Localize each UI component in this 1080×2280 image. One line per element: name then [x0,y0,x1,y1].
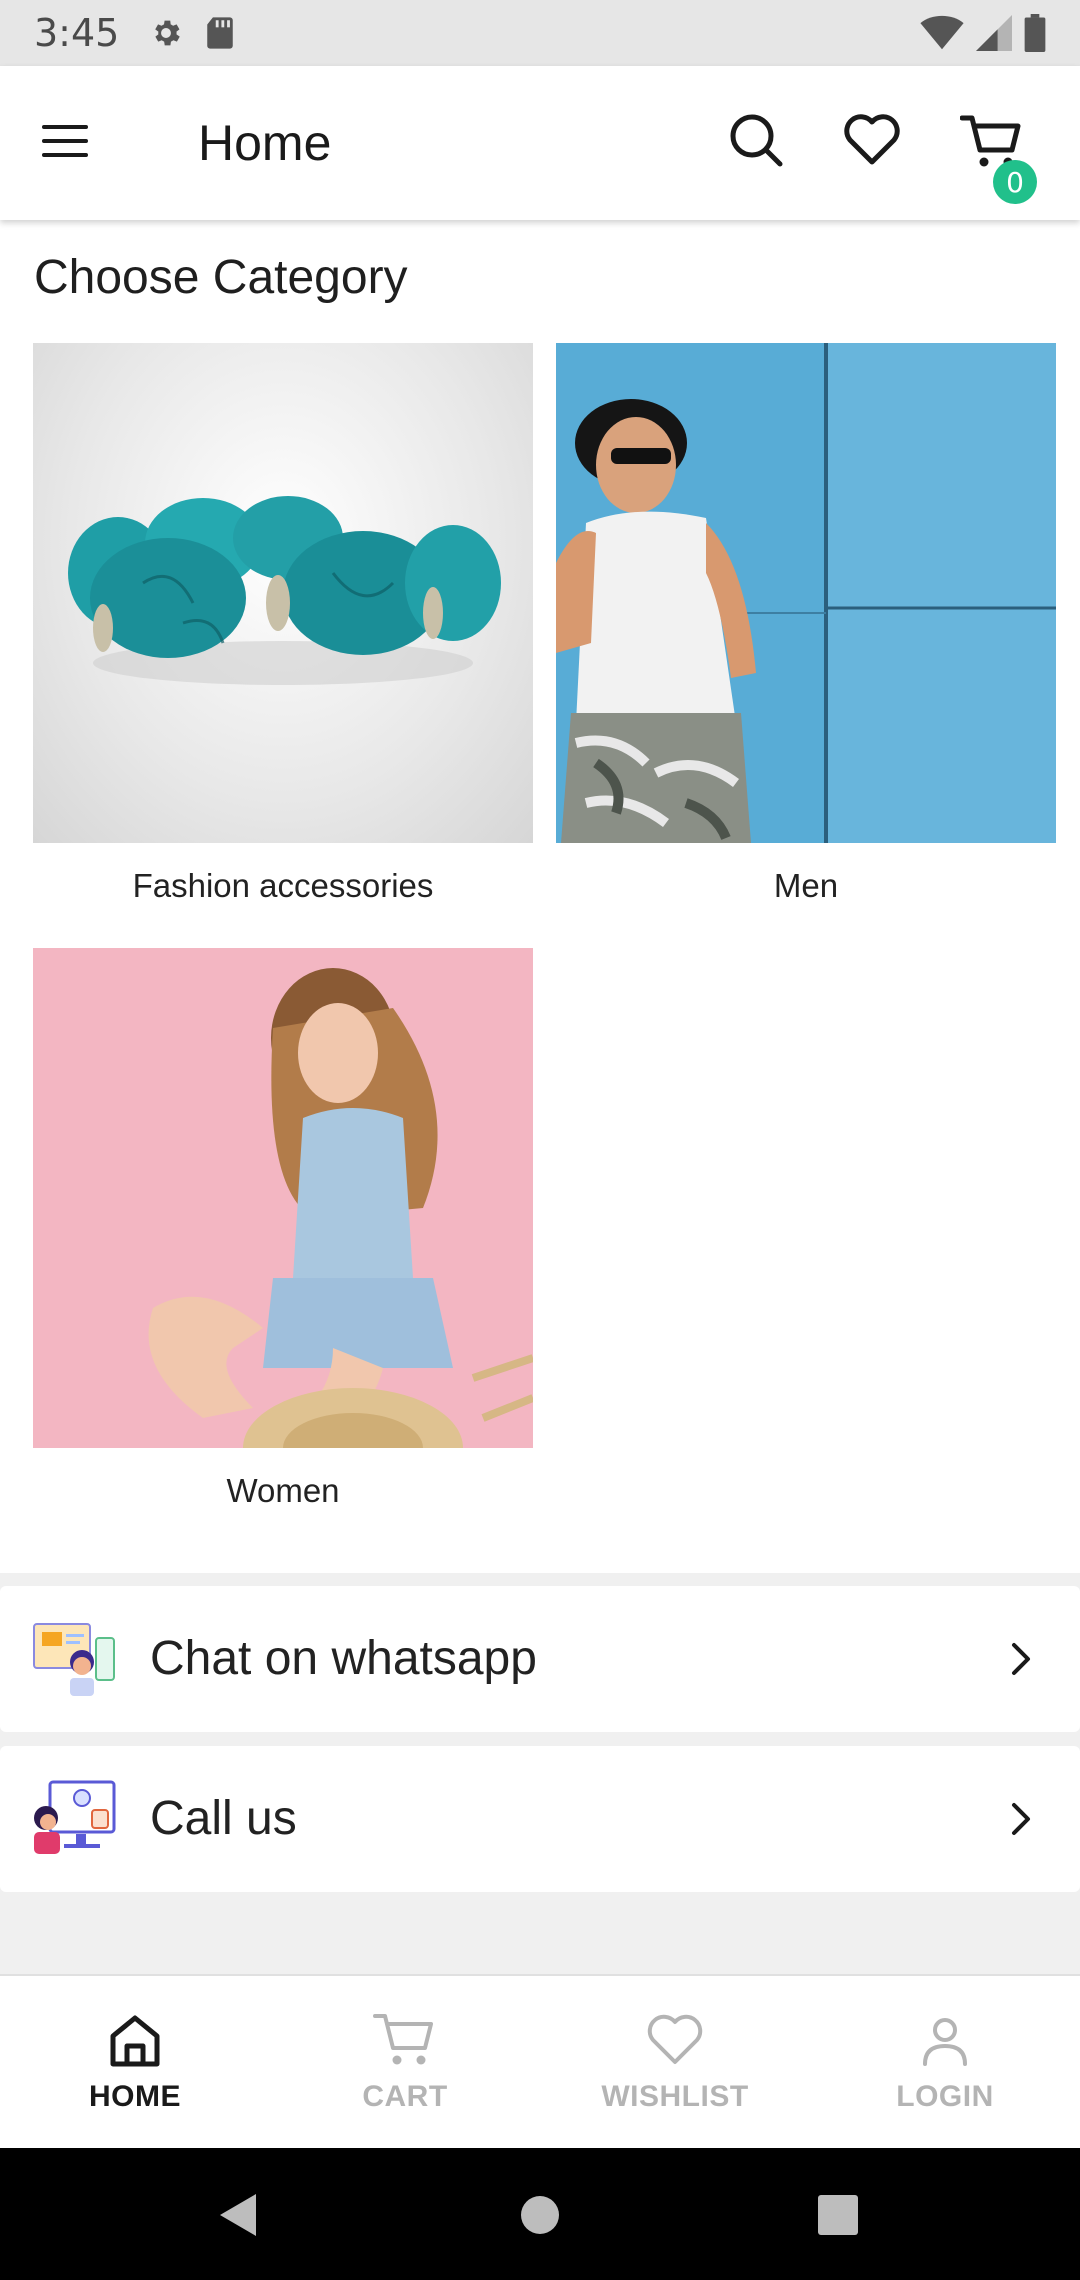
category-card-fashion-accessories[interactable]: Fashion accessories [33,343,533,905]
search-icon[interactable] [726,110,786,170]
battery-icon [1024,14,1046,52]
main-content: Choose Category Fashion accessories Men … [0,220,1080,1573]
call-us-label: Call us [150,1792,297,1845]
page-title: Home [198,115,332,171]
sd-card-icon [207,17,234,49]
screen: 3:45 Home 0 Choose Category Fashion acce… [0,0,1080,2280]
status-bar: 3:45 [0,0,1080,66]
category-label-fashion-accessories: Fashion accessories [132,867,434,904]
call-support-illustration-icon [34,1780,116,1854]
nav-label-home: HOME [89,2080,181,2113]
chat-on-whatsapp-label: Chat on whatsapp [150,1632,537,1685]
nav-item-cart[interactable]: CART [270,1976,540,2148]
nav-item-home[interactable]: HOME [0,1976,270,2148]
nav-item-login[interactable]: LOGIN [810,1976,1080,2148]
menu-icon[interactable] [40,121,90,161]
heart-icon [647,2014,703,2064]
recents-square-icon[interactable] [818,2195,858,2235]
section-title: Choose Category [34,251,408,304]
wifi-icon [920,15,964,50]
category-label-women: Women [226,1472,340,1509]
chevron-right-icon [1012,1643,1030,1675]
nav-label-cart: CART [362,2080,448,2113]
chat-on-whatsapp-row[interactable]: Chat on whatsapp [0,1586,1080,1732]
back-triangle-icon[interactable] [216,2192,260,2238]
home-icon [110,2015,160,2067]
category-image-fashion-accessories [33,343,533,843]
cart-icon [373,2014,433,2065]
app-bar: Home 0 [0,66,1080,220]
wishlist-heart-icon[interactable] [842,110,902,170]
chevron-right-icon [1012,1803,1030,1835]
chat-support-illustration-icon [33,1623,115,1696]
category-card-men[interactable]: Men [556,343,1056,905]
category-card-women[interactable]: Women [33,948,533,1510]
category-image-men [556,343,1056,843]
bottom-navigation: HOME CART WISHLIST LOGIN [0,1974,1080,2148]
call-us-row[interactable]: Call us [0,1746,1080,1892]
user-icon [923,2018,967,2066]
system-navigation-bar [0,2148,1080,2280]
home-circle-icon[interactable] [519,2194,561,2236]
nav-label-login: LOGIN [896,2080,994,2113]
status-time: 3:45 [34,11,120,55]
cart-count-badge: 0 [993,160,1037,204]
settings-icon [155,20,181,46]
cell-signal-icon [976,15,1012,51]
nav-label-wishlist: WISHLIST [601,2080,749,2113]
category-label-men: Men [773,867,839,904]
category-image-women [33,948,533,1448]
nav-item-wishlist[interactable]: WISHLIST [540,1976,810,2148]
